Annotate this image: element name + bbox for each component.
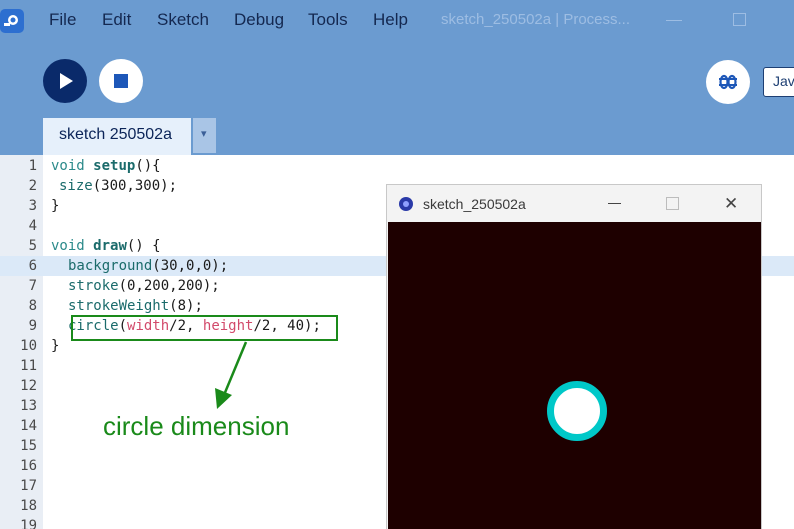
tab-menu-button[interactable]: ▾ [193, 118, 216, 153]
menu-help[interactable]: Help [373, 10, 408, 30]
line-number: 1 [28, 158, 37, 174]
code-line-6: background(30,0,0); [68, 256, 228, 276]
line-number: 11 [20, 358, 37, 374]
menu-file[interactable]: File [49, 10, 76, 30]
stop-icon [114, 74, 128, 88]
line-number: 8 [28, 298, 37, 314]
sketch-output-window[interactable]: sketch_250502a ✕ [386, 184, 762, 529]
mode-selector[interactable]: Jav [763, 67, 794, 97]
code-line-2: size(300,300); [59, 176, 177, 196]
window-title: sketch_250502a | Process... [441, 11, 631, 28]
menu-tools[interactable]: Tools [308, 10, 348, 30]
function-name: stroke [68, 278, 119, 294]
line-number: 5 [28, 238, 37, 254]
menu-edit[interactable]: Edit [102, 10, 131, 30]
function-name: setup [93, 158, 136, 174]
annotation-highlight-box [71, 315, 338, 341]
drawn-circle [547, 381, 607, 441]
maximize-icon[interactable] [666, 197, 679, 210]
processing-logo-icon [0, 9, 24, 33]
code-text: (300,300); [92, 178, 178, 194]
line-number: 6 [28, 258, 37, 274]
code-line-3: } [51, 198, 60, 214]
line-number: 19 [20, 518, 37, 529]
tab-label: sketch 250502a [59, 126, 172, 143]
menu-sketch[interactable]: Sketch [157, 10, 209, 30]
menu-debug[interactable]: Debug [234, 10, 284, 30]
line-number: 7 [28, 278, 37, 294]
run-button[interactable] [43, 59, 87, 103]
function-name: strokeWeight [68, 298, 170, 314]
code-text: (0,200,200); [118, 278, 220, 294]
code-line-7: stroke(0,200,200); [68, 276, 220, 296]
line-number: 18 [20, 498, 37, 514]
line-number: 3 [28, 198, 37, 214]
line-number: 15 [20, 438, 37, 454]
debugger-icon [719, 74, 737, 90]
stop-button[interactable] [99, 59, 143, 103]
function-name: size [59, 178, 93, 194]
sketch-canvas[interactable] [388, 222, 761, 529]
mode-label: Jav [773, 73, 794, 89]
code-text: () { [126, 238, 161, 254]
code-text: (8); [169, 298, 203, 314]
line-number: 12 [20, 378, 37, 394]
toolbar-area: File Edit Sketch Debug Tools Help sketch… [0, 0, 794, 155]
code-line-5: void draw() { [51, 236, 161, 256]
close-icon[interactable]: ✕ [724, 194, 738, 214]
line-number: 16 [20, 458, 37, 474]
window-maximize-icon[interactable] [733, 13, 746, 26]
code-line-10: } [51, 338, 60, 354]
line-number: 10 [20, 338, 37, 354]
line-number: 17 [20, 478, 37, 494]
debug-button[interactable] [706, 60, 750, 104]
annotation-label: circle dimension [103, 411, 290, 441]
function-name: background [68, 258, 153, 274]
code-line-8: strokeWeight(8); [68, 296, 203, 316]
line-number: 9 [28, 318, 37, 334]
line-number: 13 [20, 398, 37, 414]
code-text: (30,0,0); [152, 258, 229, 274]
tab-sketch[interactable]: sketch 250502a [43, 118, 191, 155]
processing-ide: File Edit Sketch Debug Tools Help sketch… [0, 0, 794, 529]
code-text: (){ [135, 158, 161, 174]
keyword: void [51, 158, 85, 174]
play-icon [60, 73, 73, 89]
function-name: draw [93, 238, 127, 254]
line-number: 14 [20, 418, 37, 434]
chevron-down-icon: ▾ [201, 127, 207, 140]
window-minimize-icon[interactable] [666, 20, 682, 21]
minimize-icon[interactable] [608, 203, 621, 204]
code-line-1: void setup(){ [51, 156, 161, 176]
sketch-window-title: sketch_250502a [423, 196, 526, 212]
line-number: 4 [28, 218, 37, 234]
keyword: void [51, 238, 85, 254]
line-number: 2 [28, 178, 37, 194]
processing-app-icon [399, 197, 413, 211]
